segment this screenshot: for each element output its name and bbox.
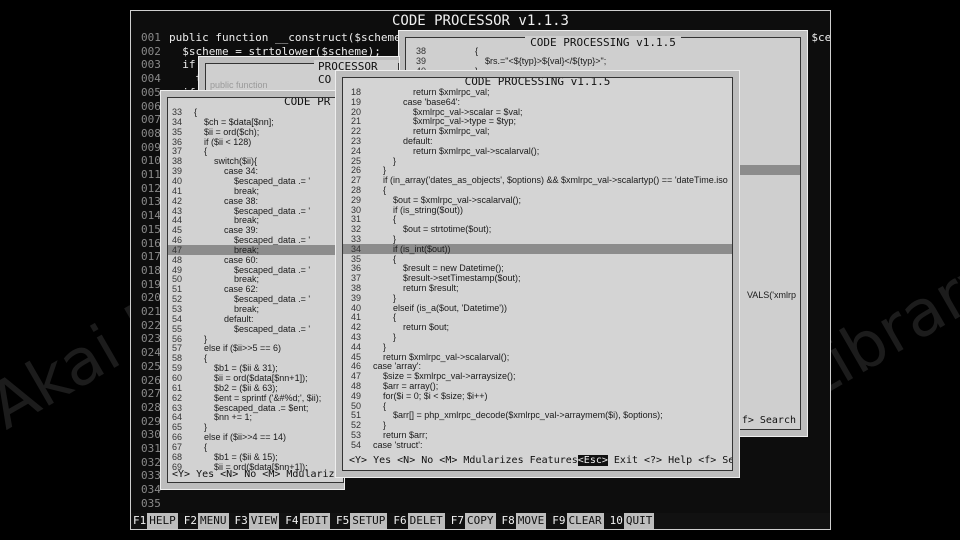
line-text: $escaped_data .= ' xyxy=(194,323,311,334)
fkey-code: F3 xyxy=(234,514,248,527)
fkey-code: F8 xyxy=(501,514,515,527)
line-text: if (in_array('dates_as_objects', $option… xyxy=(373,175,728,186)
fkey-clear-button[interactable]: F9 CLEAR xyxy=(550,513,604,529)
line-number: 035 xyxy=(141,496,161,510)
fkey-label: COPY xyxy=(465,513,496,529)
fkey-code: F2 xyxy=(183,514,197,527)
fkey-help-button[interactable]: F1 HELP xyxy=(131,513,178,529)
fkey-edit-button[interactable]: F4 EDIT xyxy=(283,513,330,529)
line-text: case 'struct': xyxy=(373,439,423,450)
fkey-label: MENU xyxy=(198,513,229,529)
fkey-label: SETUP xyxy=(350,513,388,529)
fkey-delet-button[interactable]: F6 DELET xyxy=(391,513,445,529)
line-number: 54 xyxy=(351,439,362,450)
window-left-title: CODE PR xyxy=(280,98,335,108)
fkey-code: F6 xyxy=(393,514,407,527)
window-left-panel: CODE PR 33{34 $ch = $data[$nn]; 35 $ii = … xyxy=(167,97,344,483)
main-code-line: 035 xyxy=(131,497,169,511)
fkey-menu-button[interactable]: F2 MENU xyxy=(182,513,229,529)
line-text: else if ($ii>>5 == 6) xyxy=(194,343,282,354)
fkey-code: 10 xyxy=(609,514,623,527)
line-number: 003 xyxy=(141,58,161,72)
line-text: else if ($ii>>4 == 14) xyxy=(194,432,287,443)
fkey-label: HELP xyxy=(147,513,178,529)
footer-hints-end: Exit <?> Help <f> Search xyxy=(613,455,732,466)
fkey-label: VIEW xyxy=(248,513,280,529)
esc-key-button[interactable]: <Esc> xyxy=(577,455,608,466)
fkey-code: F1 xyxy=(133,514,147,527)
fkey-move-button[interactable]: F8 MOVE xyxy=(500,513,547,529)
window-front-panel: CODE PROCESSING v1.1.5 18 return $xmlrpc… xyxy=(342,77,733,471)
fkey-code: F4 xyxy=(285,514,299,527)
function-key-bar: F1 HELP F2 MENU F3 VIEW F4 EDIT F5 SETUP F6 DELET F7… xyxy=(131,513,830,529)
line-text: case 38: xyxy=(194,195,259,206)
line-number: 004 xyxy=(141,72,161,86)
window-left-footer: <Y> Yes <N> No <M> Mdularizes xyxy=(172,469,344,480)
line-number: 62 xyxy=(172,392,183,403)
footer-hints: <Y> Yes <N> No <M> Mdularizes Features xyxy=(349,455,578,466)
window-back-right-fragment: VALS('xmlrp xyxy=(746,290,796,300)
line-number: 42 xyxy=(172,195,183,206)
main-title: CODE PROCESSOR v1.1.3 xyxy=(391,13,569,29)
window-back-right-footer: f> Search xyxy=(741,415,796,426)
window-front-footer: <Y> Yes <N> No <M> Mdularizes Features<E… xyxy=(349,454,732,468)
window-left: CODE PR 33{34 $ch = $data[$nn]; 35 $ii = … xyxy=(160,90,345,490)
line-text: for($i = 0; $i < $size; $i++) xyxy=(373,390,488,401)
fkey-label: EDIT xyxy=(299,513,330,529)
line-text: return $xmlrpc_val->scalarval(); xyxy=(373,145,540,156)
fkey-copy-button[interactable]: F7 COPY xyxy=(449,513,496,529)
line-number: 001 xyxy=(141,31,161,44)
line-text: $arr[] = php_xmlrpc_decode($xmlrpc_val->… xyxy=(373,410,663,421)
fkey-quit-button[interactable]: 10 QUIT xyxy=(608,513,655,529)
line-number: 002 xyxy=(141,44,161,58)
fkey-code: F7 xyxy=(450,514,464,527)
fkey-label: DELET xyxy=(407,513,445,529)
fkey-code: F9 xyxy=(552,514,566,527)
fkey-label: QUIT xyxy=(623,513,655,529)
window-front: CODE PROCESSING v1.1.5 18 return $xmlrpc… xyxy=(335,70,740,478)
fkey-label: CLEAR xyxy=(566,513,604,529)
fkey-view-button[interactable]: F3 VIEW xyxy=(233,513,280,529)
fkey-label: MOVE xyxy=(515,513,547,529)
screen: Akai Library Akai Library CODE PROCESSOR… xyxy=(0,0,960,540)
fkey-code: F5 xyxy=(336,514,350,527)
fkey-setup-button[interactable]: F5 SETUP xyxy=(334,513,388,529)
line-text: $ent = sprintf ('&#%d;', $ii); xyxy=(194,392,322,403)
window-back-left-code: public function xyxy=(210,80,268,90)
